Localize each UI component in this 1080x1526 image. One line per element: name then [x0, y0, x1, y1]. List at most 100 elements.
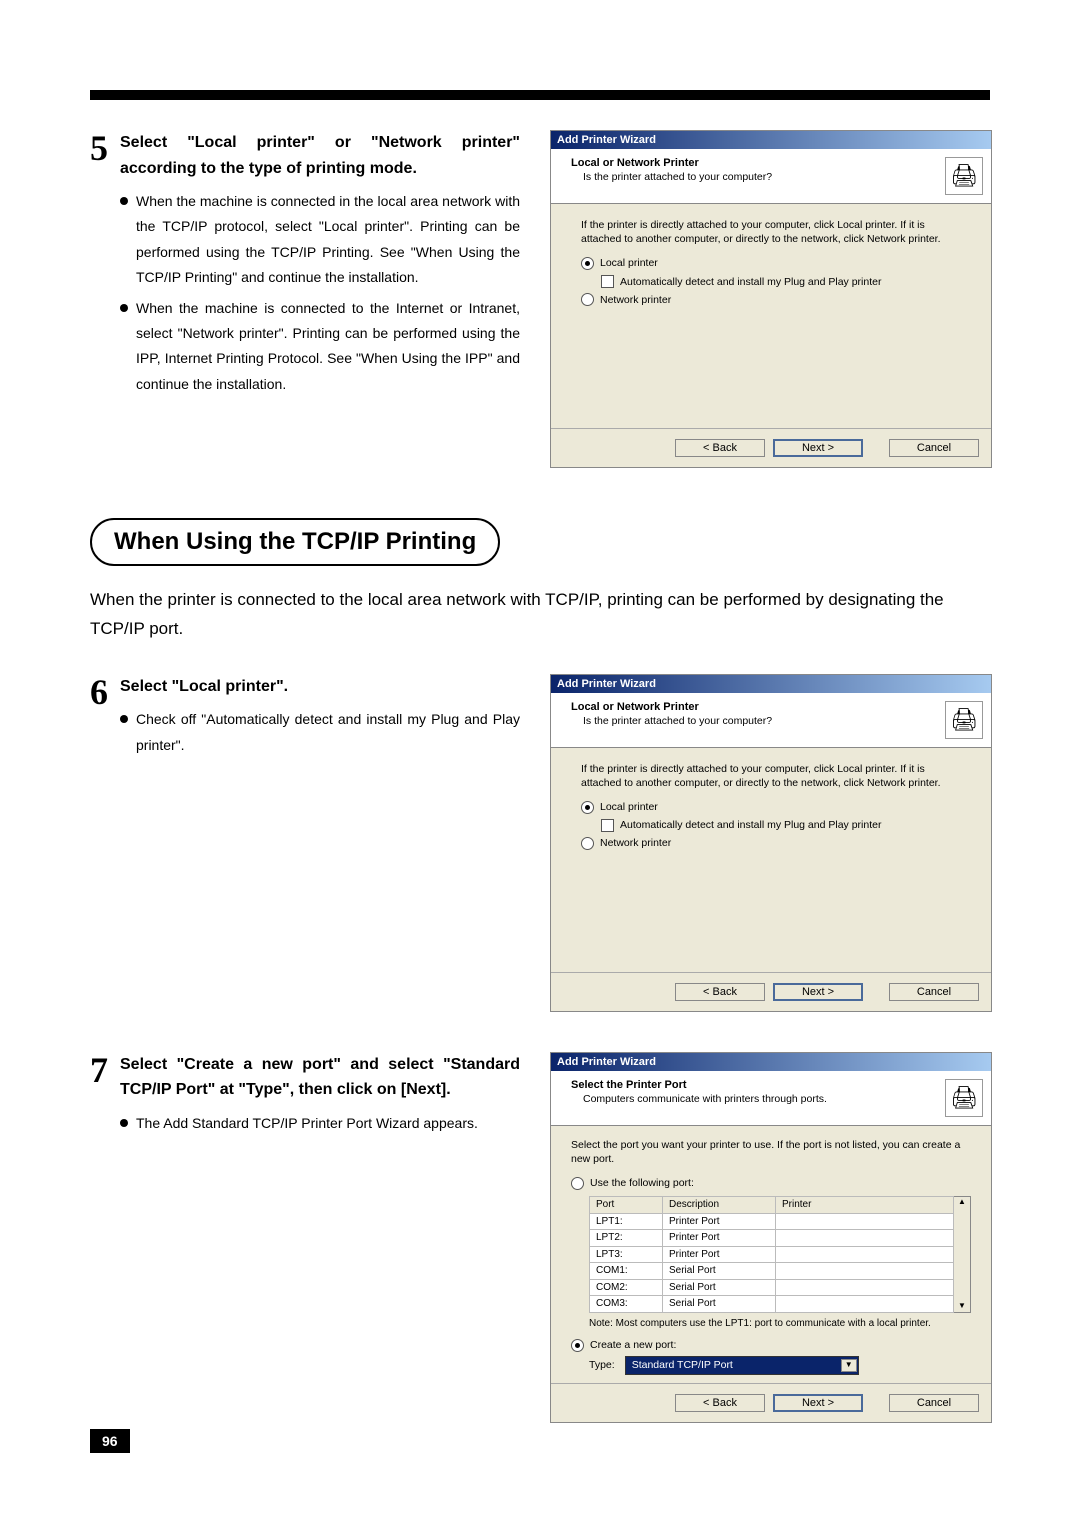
- scrollbar[interactable]: ▲ ▼: [954, 1196, 971, 1313]
- wizard-footer: < Back Next > Cancel: [551, 1383, 991, 1422]
- wizard-title: Add Printer Wizard: [551, 131, 991, 149]
- radio-icon: [581, 293, 594, 306]
- step-7-body: Select "Create a new port" and select "S…: [120, 1052, 520, 1142]
- step-7-heading: Select "Create a new port" and select "S…: [120, 1052, 520, 1103]
- radio-network-label: Network printer: [600, 293, 671, 307]
- cancel-button[interactable]: Cancel: [889, 983, 979, 1001]
- step-5-heading: Select "Local printer" or "Network print…: [120, 130, 520, 181]
- radio-local-label: Local printer: [600, 800, 658, 814]
- top-rule: [90, 90, 990, 100]
- next-button[interactable]: Next >: [773, 983, 863, 1001]
- printer-icon: 🖨: [945, 157, 983, 195]
- step-7-bullet-1-text: The Add Standard TCP/IP Printer Port Wiz…: [136, 1111, 520, 1136]
- scroll-down-icon[interactable]: ▼: [958, 1301, 966, 1312]
- step-6-text: 6 Select "Local printer". Check off "Aut…: [90, 674, 520, 1012]
- radio-create-label: Create a new port:: [590, 1338, 676, 1352]
- step-5-body: Select "Local printer" or "Network print…: [120, 130, 520, 403]
- port-note: Note: Most computers use the LPT1: port …: [589, 1317, 971, 1331]
- radio-icon: [571, 1177, 584, 1190]
- section-heading-wrap: When Using the TCP/IP Printing: [90, 518, 990, 566]
- port-table[interactable]: Port Description Printer LPT1:Printer Po…: [589, 1196, 954, 1313]
- step-7-row: 7 Select "Create a new port" and select …: [90, 1052, 990, 1423]
- checkbox-auto-label: Automatically detect and install my Plug…: [620, 818, 881, 832]
- wizard-title: Add Printer Wizard: [551, 675, 991, 693]
- wizard-header-title: Select the Printer Port: [571, 1079, 951, 1091]
- radio-icon: [581, 837, 594, 850]
- step-5-row: 5 Select "Local printer" or "Network pri…: [90, 130, 990, 468]
- step-5-bullet-1-text: When the machine is connected in the loc…: [136, 189, 520, 290]
- type-dropdown[interactable]: Standard TCP/IP Port ▼: [625, 1356, 859, 1374]
- checkbox-auto-detect[interactable]: Automatically detect and install my Plug…: [581, 818, 961, 832]
- wizard-header: Select the Printer Port Computers commun…: [551, 1071, 991, 1126]
- checkbox-auto-label: Automatically detect and install my Plug…: [620, 275, 881, 289]
- radio-local-printer[interactable]: Local printer: [581, 256, 961, 270]
- table-row[interactable]: LPT2:Printer Port: [590, 1230, 954, 1247]
- step-6-row: 6 Select "Local printer". Check off "Aut…: [90, 674, 990, 1012]
- wizard-step7: Add Printer Wizard Select the Printer Po…: [550, 1052, 992, 1423]
- col-desc: Description: [663, 1197, 776, 1214]
- table-row[interactable]: LPT3:Printer Port: [590, 1246, 954, 1263]
- radio-create-new-port[interactable]: Create a new port:: [571, 1338, 971, 1352]
- checkbox-icon: [601, 275, 614, 288]
- wizard-header-sub: Is the printer attached to your computer…: [571, 715, 951, 727]
- wizard-header-sub: Computers communicate with printers thro…: [571, 1093, 951, 1105]
- back-button[interactable]: < Back: [675, 439, 765, 457]
- page: 5 Select "Local printer" or "Network pri…: [0, 0, 1080, 1503]
- wizard-body: If the printer is directly attached to y…: [551, 748, 991, 972]
- wizard-footer: < Back Next > Cancel: [551, 972, 991, 1011]
- type-row: Type: Standard TCP/IP Port ▼: [589, 1356, 971, 1374]
- printer-icon: 🖨: [945, 1079, 983, 1117]
- chevron-down-icon: ▼: [841, 1359, 857, 1372]
- bullet-icon: [120, 715, 128, 723]
- step-6-body: Select "Local printer". Check off "Autom…: [120, 674, 520, 764]
- scroll-up-icon[interactable]: ▲: [958, 1197, 966, 1208]
- radio-local-printer[interactable]: Local printer: [581, 800, 961, 814]
- col-printer: Printer: [776, 1197, 954, 1214]
- table-header-row: Port Description Printer: [590, 1197, 954, 1214]
- bullet-icon: [120, 1119, 128, 1127]
- wizard-header-sub: Is the printer attached to your computer…: [571, 171, 951, 183]
- radio-network-printer[interactable]: Network printer: [581, 836, 961, 850]
- cancel-button[interactable]: Cancel: [889, 1394, 979, 1412]
- step-5-bullet-2-text: When the machine is connected to the Int…: [136, 296, 520, 397]
- radio-use-following-port[interactable]: Use the following port:: [571, 1176, 971, 1190]
- wizard-header: Local or Network Printer Is the printer …: [551, 149, 991, 204]
- step-7-number: 7: [90, 1052, 108, 1088]
- wizard-instruction: Select the port you want your printer to…: [571, 1138, 971, 1166]
- content: 5 Select "Local printer" or "Network pri…: [90, 130, 990, 1423]
- radio-icon: [581, 801, 594, 814]
- next-button[interactable]: Next >: [773, 1394, 863, 1412]
- radio-network-printer[interactable]: Network printer: [581, 293, 961, 307]
- wizard-footer: < Back Next > Cancel: [551, 428, 991, 467]
- wizard-step6: Add Printer Wizard Local or Network Prin…: [550, 674, 992, 1012]
- bullet-icon: [120, 304, 128, 312]
- back-button[interactable]: < Back: [675, 983, 765, 1001]
- next-button[interactable]: Next >: [773, 439, 863, 457]
- wizard-header-title: Local or Network Printer: [571, 701, 951, 713]
- step-5-bullet-2: When the machine is connected to the Int…: [120, 296, 520, 397]
- wizard-body: If the printer is directly attached to y…: [551, 204, 991, 428]
- step-7-text: 7 Select "Create a new port" and select …: [90, 1052, 520, 1423]
- step-6-number: 6: [90, 674, 108, 710]
- step-6-bullet-1: Check off "Automatically detect and inst…: [120, 707, 520, 757]
- back-button[interactable]: < Back: [675, 1394, 765, 1412]
- page-number: 96: [90, 1429, 130, 1453]
- table-row[interactable]: LPT1:Printer Port: [590, 1213, 954, 1230]
- step-5-number: 5: [90, 130, 108, 166]
- type-value: Standard TCP/IP Port: [632, 1358, 733, 1372]
- radio-icon: [571, 1339, 584, 1352]
- step-6-heading: Select "Local printer".: [120, 674, 520, 700]
- table-row[interactable]: COM2:Serial Port: [590, 1279, 954, 1296]
- cancel-button[interactable]: Cancel: [889, 439, 979, 457]
- type-label: Type:: [589, 1358, 615, 1372]
- wizard-body: Select the port you want your printer to…: [551, 1126, 991, 1383]
- step-7-bullet-1: The Add Standard TCP/IP Printer Port Wiz…: [120, 1111, 520, 1136]
- step-6-bullet-1-text: Check off "Automatically detect and inst…: [136, 707, 520, 757]
- checkbox-icon: [601, 819, 614, 832]
- wizard-header-title: Local or Network Printer: [571, 157, 951, 169]
- step-5-bullet-1: When the machine is connected in the loc…: [120, 189, 520, 290]
- table-row[interactable]: COM3:Serial Port: [590, 1296, 954, 1313]
- table-row[interactable]: COM1:Serial Port: [590, 1263, 954, 1280]
- port-table-wrap: Port Description Printer LPT1:Printer Po…: [589, 1196, 971, 1313]
- checkbox-auto-detect[interactable]: Automatically detect and install my Plug…: [581, 275, 961, 289]
